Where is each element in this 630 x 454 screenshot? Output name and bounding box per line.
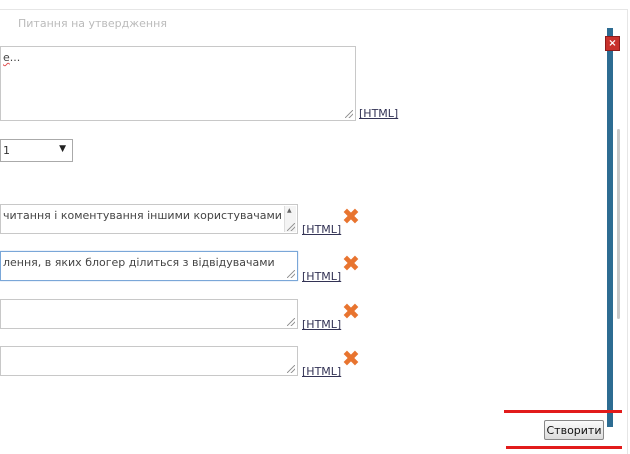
close-icon[interactable]: ×: [605, 36, 620, 51]
answer-html-link-1[interactable]: [HTML]: [302, 223, 341, 236]
dropdown-arrow-icon: ▼: [59, 144, 66, 154]
dialog-side-bar: [607, 28, 613, 427]
page-scrollbar-thumb[interactable]: [617, 129, 620, 319]
count-select[interactable]: 1 ▼: [0, 139, 73, 162]
delete-answer-icon[interactable]: ✖: [341, 207, 361, 229]
resize-grip-icon[interactable]: [287, 318, 295, 326]
resize-grip-icon[interactable]: [345, 110, 353, 118]
delete-answer-icon[interactable]: ✖: [341, 254, 361, 276]
answer-textarea-2[interactable]: лення, в яких блогер ділиться з відвідув…: [0, 251, 298, 281]
description-text: е...: [3, 51, 21, 64]
answer-html-link-3[interactable]: [HTML]: [302, 318, 341, 331]
html-editor-link[interactable]: [HTML]: [359, 107, 398, 120]
resize-grip-icon[interactable]: [287, 365, 295, 373]
count-select-value: 1: [3, 144, 10, 157]
answer-text-1: читання і коментування іншими користувач…: [3, 209, 282, 222]
answer-textarea-1[interactable]: читання і коментування іншими користувач…: [0, 204, 298, 234]
window-right-border: [627, 9, 628, 454]
description-textarea[interactable]: е...: [0, 46, 356, 121]
answer-html-link-2[interactable]: [HTML]: [302, 270, 341, 283]
delete-answer-icon[interactable]: ✖: [341, 349, 361, 371]
delete-answer-icon[interactable]: ✖: [341, 302, 361, 324]
highlight-line-top: [504, 410, 622, 413]
window-top-border: [0, 9, 628, 10]
resize-grip-icon[interactable]: [287, 223, 295, 231]
scroll-up-icon[interactable]: ▲: [287, 208, 292, 214]
highlight-line-bottom: [506, 446, 622, 449]
answer-textarea-3[interactable]: [0, 299, 298, 329]
section-header: Питання на утвердження: [18, 17, 167, 30]
answer-html-link-4[interactable]: [HTML]: [302, 365, 341, 378]
resize-grip-icon[interactable]: [287, 270, 295, 278]
answer-textarea-4[interactable]: [0, 346, 298, 376]
answer-text-2: лення, в яких блогер ділиться з відвідув…: [3, 256, 275, 269]
create-button[interactable]: Створити: [544, 420, 604, 440]
